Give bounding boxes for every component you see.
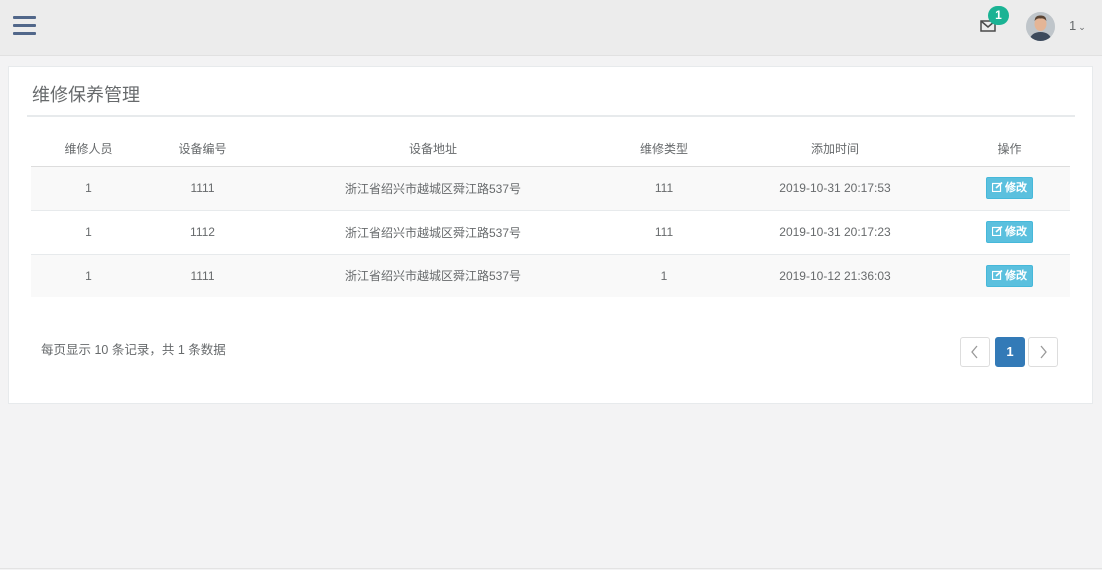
- cell-actions: 修改: [949, 210, 1070, 255]
- cell-device-no: 1111: [146, 166, 259, 211]
- top-navbar: 1 1 ⌄: [0, 0, 1102, 56]
- user-name-label: 1: [1069, 18, 1077, 33]
- page-bottom-border: [0, 568, 1102, 569]
- next-page-button[interactable]: [1028, 337, 1058, 367]
- edit-button[interactable]: 修改: [986, 264, 1033, 287]
- cell-type: 111: [607, 166, 721, 211]
- cell-address: 浙江省绍兴市越城区舜江路537号: [259, 210, 607, 255]
- cell-device-no: 1112: [146, 210, 259, 255]
- cell-device-no: 1111: [146, 254, 259, 297]
- title-divider: [27, 115, 1075, 117]
- pagination-info: 每页显示 10 条记录，共 1 条数据: [41, 343, 226, 357]
- cell-added-time: 2019-10-31 20:17:23: [721, 210, 949, 255]
- user-menu[interactable]: 1 ⌄: [1069, 18, 1086, 33]
- table-row: 1 1111 浙江省绍兴市越城区舜江路537号 111 2019-10-31 2…: [31, 166, 1070, 211]
- column-header-device-no[interactable]: 设备编号: [146, 131, 259, 167]
- cell-type: 111: [607, 210, 721, 255]
- page-button-current[interactable]: 1: [995, 337, 1025, 367]
- table-row: 1 1111 浙江省绍兴市越城区舜江路537号 1 2019-10-12 21:…: [31, 254, 1070, 297]
- chevron-down-icon: ⌄: [1078, 22, 1086, 32]
- maintenance-table: 维修人员 设备编号 设备地址 维修类型 添加时间 操作 1 1111 浙江省绍兴…: [31, 131, 1070, 297]
- page-title: 维修保养管理: [32, 85, 140, 105]
- edit-button-label: 修改: [1005, 182, 1027, 194]
- column-header-address[interactable]: 设备地址: [259, 131, 607, 167]
- cell-person: 1: [31, 166, 146, 211]
- table-header-row: 维修人员 设备编号 设备地址 维修类型 添加时间 操作: [31, 131, 1070, 167]
- cell-address: 浙江省绍兴市越城区舜江路537号: [259, 166, 607, 211]
- column-header-type[interactable]: 维修类型: [607, 131, 721, 167]
- chevron-left-icon: [971, 345, 978, 359]
- cell-type: 1: [607, 254, 721, 297]
- cell-address: 浙江省绍兴市越城区舜江路537号: [259, 254, 607, 297]
- table-row: 1 1112 浙江省绍兴市越城区舜江路537号 111 2019-10-31 2…: [31, 210, 1070, 255]
- cell-added-time: 2019-10-31 20:17:53: [721, 166, 949, 211]
- cell-added-time: 2019-10-12 21:36:03: [721, 254, 949, 297]
- notification-badge[interactable]: 1: [988, 6, 1009, 25]
- column-header-added-time[interactable]: 添加时间: [721, 131, 949, 167]
- edit-icon: [992, 226, 1003, 236]
- hamburger-menu-icon[interactable]: [13, 16, 36, 36]
- column-header-person[interactable]: 维修人员: [31, 131, 146, 167]
- cell-actions: 修改: [949, 254, 1070, 297]
- edit-button[interactable]: 修改: [986, 177, 1033, 199]
- edit-button-label: 修改: [1005, 269, 1027, 282]
- cell-actions: 修改: [949, 166, 1070, 211]
- column-header-actions: 操作: [949, 131, 1070, 167]
- chevron-right-icon: [1040, 345, 1047, 359]
- edit-button[interactable]: 修改: [986, 221, 1033, 243]
- cell-person: 1: [31, 254, 146, 297]
- edit-icon: [992, 182, 1003, 192]
- user-avatar[interactable]: [1026, 12, 1055, 41]
- edit-icon: [992, 269, 1003, 280]
- edit-button-label: 修改: [1005, 226, 1027, 238]
- prev-page-button[interactable]: [960, 337, 990, 367]
- maintenance-panel: 维修保养管理 维修人员 设备编号 设备地址 维修类型 添加时间 操作 1 111…: [8, 66, 1093, 404]
- cell-person: 1: [31, 210, 146, 255]
